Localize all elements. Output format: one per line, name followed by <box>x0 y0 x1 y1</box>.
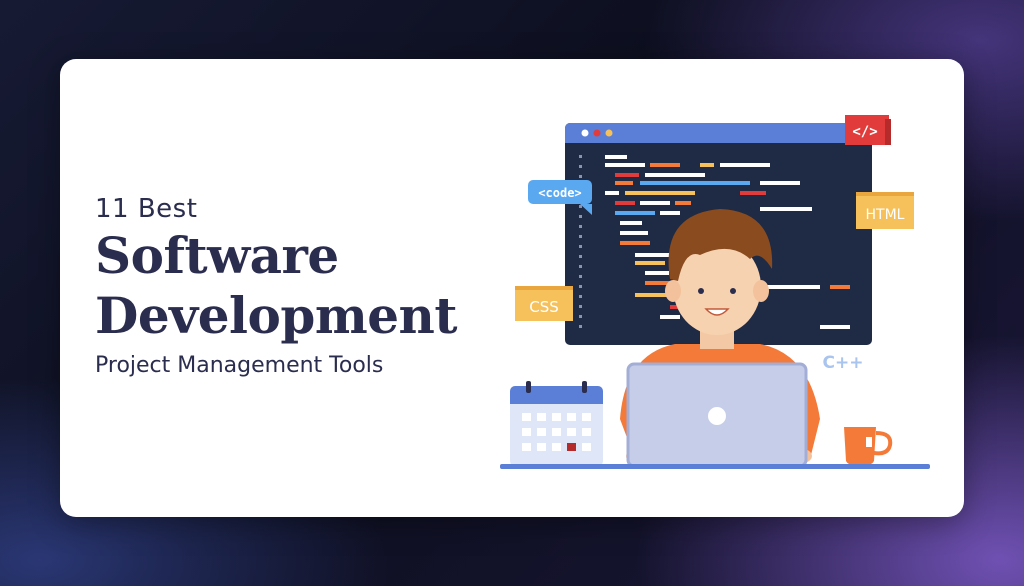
code-symbol-label: </> <box>852 124 877 140</box>
code-bubble-label: <code> <box>538 186 581 200</box>
window-dot-icon <box>605 129 613 137</box>
laptop <box>626 362 808 468</box>
laptop-logo-icon <box>708 407 726 425</box>
desk-surface <box>500 464 930 469</box>
coffee-mug-icon <box>844 427 893 465</box>
html-tag: HTML <box>856 192 914 229</box>
developer-illustration: </> <code> HTML CSS C++ <box>500 115 930 469</box>
window-dot-icon <box>593 129 601 137</box>
css-label: CSS <box>529 298 559 316</box>
banner-card: 11 Best Software Development Project Man… <box>60 59 964 517</box>
code-symbol-tag: </> <box>845 115 891 145</box>
cpp-label: C++ <box>823 353 864 373</box>
calendar-icon <box>510 381 603 466</box>
html-label: HTML <box>866 207 905 223</box>
css-tag: CSS <box>515 286 573 321</box>
window-dot-icon <box>581 129 589 137</box>
